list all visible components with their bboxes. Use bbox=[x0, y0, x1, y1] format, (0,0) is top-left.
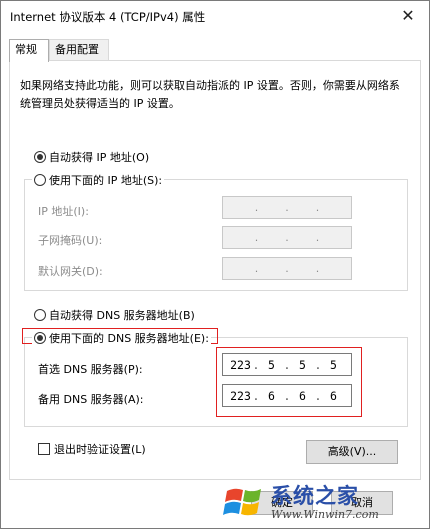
manual-dns-radio[interactable] bbox=[34, 332, 46, 344]
gateway-input[interactable]: . . . bbox=[222, 257, 352, 280]
manual-ip-radio[interactable] bbox=[34, 174, 46, 186]
dns-seg: 6 bbox=[298, 388, 306, 403]
auto-dns-radio[interactable] bbox=[34, 309, 46, 321]
auto-dns-label: 自动获得 DNS 服务器地址(B) bbox=[49, 309, 195, 322]
ip-dot: . bbox=[254, 201, 259, 214]
watermark-text-block: 系统之家 Www.Winwin7.com bbox=[271, 485, 379, 520]
ip-dot: . bbox=[314, 388, 322, 403]
dns-seg: 223 bbox=[230, 388, 251, 403]
ip-dot: . bbox=[283, 357, 291, 372]
manual-ip-label: 使用下面的 IP 地址(S): bbox=[49, 174, 163, 187]
ip-dot: . bbox=[252, 357, 260, 372]
ip-dot: . bbox=[254, 262, 259, 275]
ip-dot: . bbox=[254, 231, 259, 244]
title-bar: Internet 协议版本 4 (TCP/IPv4) 属性 ✕ bbox=[1, 1, 429, 31]
watermark: 系统之家 Www.Winwin7.com bbox=[223, 480, 423, 526]
alternate-dns-label: 备用 DNS 服务器(A): bbox=[38, 393, 144, 406]
dns-seg: 223 bbox=[230, 357, 251, 372]
validate-label: 退出时验证设置(L) bbox=[54, 443, 146, 456]
preferred-dns-input[interactable]: 223. 5. 5. 5 bbox=[222, 353, 352, 376]
ip-dot: . bbox=[285, 231, 289, 244]
manual-ip-option[interactable]: 使用下面的 IP 地址(S): bbox=[32, 172, 165, 188]
manual-dns-label: 使用下面的 DNS 服务器地址(E): bbox=[49, 332, 209, 345]
close-icon[interactable]: ✕ bbox=[397, 5, 419, 27]
windows-logo-icon bbox=[223, 488, 261, 516]
watermark-url: Www.Winwin7.com bbox=[271, 507, 379, 521]
dns-seg: 6 bbox=[268, 388, 275, 403]
ipv4-properties-dialog: Internet 协议版本 4 (TCP/IPv4) 属性 ✕ 常规 备用配置 … bbox=[0, 0, 430, 529]
ip-dot: . bbox=[285, 262, 289, 275]
ip-address-input[interactable]: . . . bbox=[222, 196, 352, 219]
validate-option[interactable]: 退出时验证设置(L) bbox=[38, 441, 146, 457]
dns-seg: 6 bbox=[329, 388, 337, 403]
alternate-dns-input[interactable]: 223. 6. 6. 6 bbox=[222, 384, 352, 407]
tab-general[interactable]: 常规 bbox=[9, 39, 49, 62]
manual-dns-option[interactable]: 使用下面的 DNS 服务器地址(E): bbox=[32, 330, 211, 346]
subnet-mask-input[interactable]: . . . bbox=[222, 226, 352, 249]
auto-ip-option[interactable]: 自动获得 IP 地址(O) bbox=[34, 149, 149, 165]
ip-dot: . bbox=[315, 201, 320, 214]
window-title: Internet 协议版本 4 (TCP/IPv4) 属性 bbox=[10, 10, 206, 24]
validate-checkbox[interactable] bbox=[38, 443, 50, 455]
subnet-mask-label: 子网掩码(U): bbox=[38, 234, 103, 247]
intro-text: 如果网络支持此功能，则可以获取自动指派的 IP 设置。否则，你需要从网络系统管理… bbox=[20, 79, 400, 110]
ip-dot: . bbox=[283, 388, 291, 403]
auto-ip-radio[interactable] bbox=[34, 151, 46, 163]
watermark-title: 系统之家 bbox=[271, 484, 359, 509]
dns-seg: 5 bbox=[268, 357, 275, 372]
ip-dot: . bbox=[315, 231, 320, 244]
preferred-dns-label: 首选 DNS 服务器(P): bbox=[38, 363, 143, 376]
auto-dns-option[interactable]: 自动获得 DNS 服务器地址(B) bbox=[34, 307, 195, 323]
general-panel: 如果网络支持此功能，则可以获取自动指派的 IP 设置。否则，你需要从网络系统管理… bbox=[9, 60, 421, 480]
auto-ip-label: 自动获得 IP 地址(O) bbox=[49, 151, 150, 164]
ip-dot: . bbox=[252, 388, 260, 403]
dns-seg: 5 bbox=[329, 357, 337, 372]
ip-dot: . bbox=[315, 262, 320, 275]
ip-address-label: IP 地址(I): bbox=[38, 205, 89, 218]
ip-dot: . bbox=[314, 357, 322, 372]
gateway-label: 默认网关(D): bbox=[38, 265, 103, 278]
tab-alternate-config[interactable]: 备用配置 bbox=[49, 39, 109, 61]
advanced-button[interactable]: 高级(V)... bbox=[306, 440, 398, 464]
dns-seg: 5 bbox=[298, 357, 306, 372]
ip-dot: . bbox=[285, 201, 289, 214]
